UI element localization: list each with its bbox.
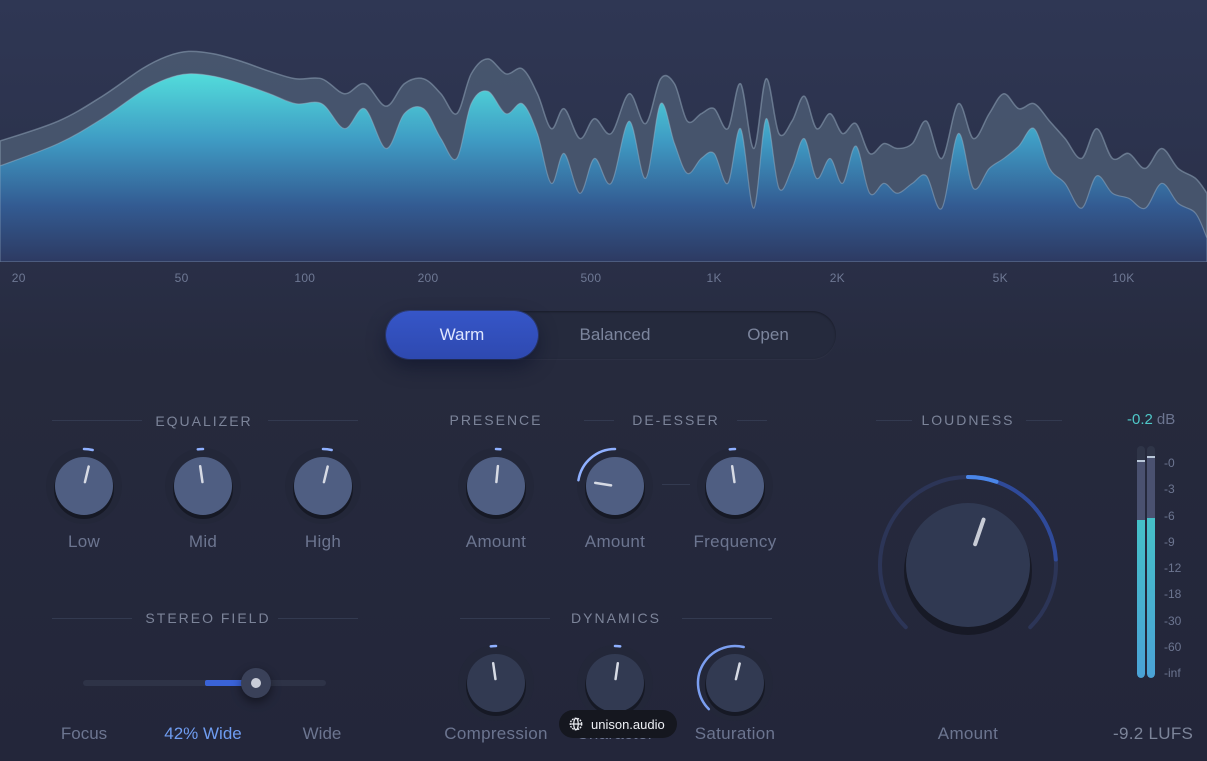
stereo-value-readout: 42% Wide [164,724,242,743]
meter-scale-tick: -60 [1164,639,1182,654]
knob-body [586,457,644,515]
level-meter-left [1137,446,1145,678]
stereo-width-thumb[interactable] [240,668,271,698]
deesser-frequency-knob[interactable] [693,444,777,528]
divider [737,420,767,421]
knob-value-arc [82,447,94,452]
equalizer-title: EQUALIZER [155,413,253,429]
peak-value: -0.2 [1127,411,1153,428]
meter-scale-tick: -30 [1164,613,1182,628]
eq-low-label: Low [67,532,101,551]
meter-scale-tick: -3 [1164,482,1175,497]
compression-label: Compression [444,724,548,743]
divider [278,618,358,619]
meter-scale-tick: -18 [1164,587,1182,602]
stereo-title: STEREO FIELD [145,610,271,626]
divider [460,618,550,619]
frequency-tick-label: 500 [580,271,602,285]
plugin-window: 20 50 100 200 500 1K 2K 5K 10K Warm Balanced Ope… [0,0,1207,761]
frequency-tick-label: 100 [294,271,316,285]
deesser-amount-knob[interactable] [573,444,657,528]
divider [682,618,772,619]
loudness-amount-knob[interactable] [873,470,1063,660]
knob-body [706,654,764,712]
frequency-tick-label: 20 [11,271,26,285]
divider [52,420,142,421]
frequency-tick-label: 10K [1112,271,1135,285]
meter-scale-tick: -12 [1164,561,1182,575]
stereo-width-slider[interactable] [83,668,326,698]
knob-body [55,457,113,515]
globe-icon [569,717,583,731]
deesser-amount-label: Amount [584,532,646,551]
eq-high-knob[interactable] [281,444,365,528]
frequency-tick-label: 1K [706,271,722,285]
meter-scale-tick: -inf [1164,666,1181,680]
frequency-tick-label: 5K [992,271,1008,285]
mode-balanced-button[interactable]: Balanced [539,311,691,359]
knob-body [906,503,1030,627]
eq-mid-label: Mid [188,532,218,551]
meter-scale-tick: -0 [1164,456,1175,470]
mode-warm-button[interactable]: Warm [386,311,538,359]
tone-mode-switch[interactable]: Warm Balanced Open [386,311,836,359]
divider [876,420,912,421]
stereo-focus-label: Focus [60,724,108,743]
mode-open-button[interactable]: Open [692,311,844,359]
knob-body [467,654,525,712]
knob-body [586,654,644,712]
frequency-tick-label: 200 [417,271,439,285]
frequency-tick-label: 50 [174,271,189,285]
eq-low-knob[interactable] [42,444,126,528]
presence-title: PRESENCE [449,412,543,428]
peak-unit: dB [1156,411,1176,428]
knob-body [294,457,352,515]
deesser-title: DE-ESSER [632,412,720,428]
spectrum-analyzer [0,50,1207,262]
presence-amount-label: Amount [465,532,527,551]
eq-mid-knob[interactable] [161,444,245,528]
divider [584,420,614,421]
lufs-readout: -9.2 LUFS [1113,724,1194,743]
peak-readout: -0.2 dB [1127,411,1175,428]
knob-body [174,457,232,515]
deesser-link-line [662,484,690,485]
divider [52,618,132,619]
knob-value-arc [321,447,333,452]
loudness-amount-label: Amount [937,724,999,743]
knob-body [467,457,525,515]
meter-scale-tick: -6 [1164,508,1175,523]
level-meter-right [1147,446,1155,678]
deesser-frequency-label: Frequency [693,532,777,551]
knob-value-arc [966,475,999,484]
badge-text: unison.audio [591,716,665,732]
unison-badge[interactable]: unison.audio [559,710,677,738]
meter-scale-tick: -9 [1164,534,1175,549]
eq-high-label: High [304,532,342,551]
loudness-title: LOUDNESS [921,412,1015,428]
saturation-knob[interactable] [693,641,777,725]
frequency-tick-label: 2K [829,271,845,285]
divider [268,420,358,421]
knob-body [706,457,764,515]
knob-pointer [495,464,500,484]
stereo-wide-label: Wide [302,724,342,743]
presence-amount-knob[interactable] [454,444,538,528]
compression-knob[interactable] [454,641,538,725]
saturation-label: Saturation [694,724,776,743]
dynamics-title: DYNAMICS [571,610,661,626]
divider [1026,420,1062,421]
